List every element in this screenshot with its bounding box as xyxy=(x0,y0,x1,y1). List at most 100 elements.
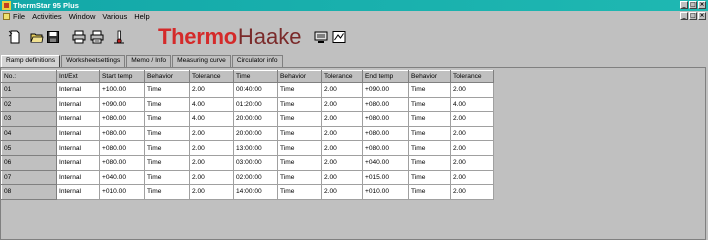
table-row[interactable]: 02 Internal +090.00 Time 4.00 01:20:00 Time 2.0… xyxy=(1,96,494,113)
print-preview-icon[interactable] xyxy=(90,30,104,44)
table-cell[interactable]: Time xyxy=(408,184,451,200)
table-cell[interactable]: Time xyxy=(144,154,190,171)
table-cell[interactable]: 2.00 xyxy=(321,169,363,186)
table-row[interactable]: 04 Internal +080.00 Time 2.00 20:00:00 Time 2.0… xyxy=(1,125,494,142)
table-cell[interactable]: Internal xyxy=(56,184,100,200)
table-cell[interactable]: 2.00 xyxy=(321,184,363,200)
table-cell[interactable]: 2.00 xyxy=(450,184,494,200)
row-number[interactable]: 05 xyxy=(1,140,57,156)
close-button[interactable]: × xyxy=(698,1,706,9)
table-cell[interactable]: Time xyxy=(144,125,190,142)
menu-window[interactable]: Window xyxy=(69,12,96,21)
table-cell[interactable]: Time xyxy=(408,125,451,142)
table-row[interactable]: 06 Internal +080.00 Time 2.00 03:00:00 Time 2.0… xyxy=(1,154,494,171)
table-cell[interactable]: Time xyxy=(144,82,190,98)
table-cell[interactable]: Time xyxy=(277,82,322,98)
row-number[interactable]: 08 xyxy=(1,184,57,200)
column-header[interactable]: Start temp xyxy=(99,70,145,83)
table-cell[interactable]: Time xyxy=(277,96,322,113)
row-number[interactable]: 03 xyxy=(1,111,57,127)
tab-measuring-curve[interactable]: Measuring curve xyxy=(172,55,231,67)
table-cell[interactable]: +010.00 xyxy=(362,184,409,200)
table-cell[interactable]: 2.00 xyxy=(450,82,494,98)
table-cell[interactable]: +010.00 xyxy=(99,184,145,200)
table-cell[interactable]: 2.00 xyxy=(189,125,234,142)
table-cell[interactable]: Time xyxy=(277,125,322,142)
column-header[interactable]: No.: xyxy=(1,70,57,83)
table-cell[interactable]: 2.00 xyxy=(321,125,363,142)
doc-restore-button[interactable]: □ xyxy=(689,12,697,20)
column-header[interactable]: Behavior xyxy=(408,70,451,83)
table-cell[interactable]: 20:00:00 xyxy=(233,125,278,142)
menu-activities[interactable]: Activities xyxy=(32,12,62,21)
table-cell[interactable]: 4.00 xyxy=(450,96,494,113)
table-cell[interactable]: 2.00 xyxy=(450,125,494,142)
table-cell[interactable]: 4.00 xyxy=(189,96,234,113)
table-cell[interactable]: Internal xyxy=(56,96,100,113)
table-cell[interactable]: 01:20:00 xyxy=(233,96,278,113)
table-cell[interactable]: +090.00 xyxy=(362,82,409,98)
print-icon[interactable] xyxy=(72,30,86,44)
table-cell[interactable]: +080.00 xyxy=(362,96,409,113)
table-cell[interactable]: Time xyxy=(144,169,190,186)
table-cell[interactable]: 03:00:00 xyxy=(233,154,278,171)
table-cell[interactable]: Time xyxy=(408,140,451,156)
doc-minimize-button[interactable]: _ xyxy=(680,12,688,20)
table-row[interactable]: 05 Internal +080.00 Time 2.00 13:00:00 Time 2.0… xyxy=(1,140,494,156)
table-cell[interactable]: Time xyxy=(144,96,190,113)
row-number[interactable]: 06 xyxy=(1,154,57,171)
row-number[interactable]: 01 xyxy=(1,82,57,98)
table-cell[interactable]: Time xyxy=(144,140,190,156)
thermometer-icon[interactable] xyxy=(112,30,126,44)
table-cell[interactable]: Internal xyxy=(56,169,100,186)
table-cell[interactable]: 2.00 xyxy=(450,111,494,127)
table-cell[interactable]: 2.00 xyxy=(189,154,234,171)
table-cell[interactable]: Time xyxy=(277,111,322,127)
doc-close-button[interactable]: × xyxy=(698,12,706,20)
table-cell[interactable]: 13:00:00 xyxy=(233,140,278,156)
table-cell[interactable]: Internal xyxy=(56,82,100,98)
table-cell[interactable]: 2.00 xyxy=(189,184,234,200)
table-cell[interactable]: Time xyxy=(408,154,451,171)
table-cell[interactable]: Time xyxy=(408,96,451,113)
minimize-button[interactable]: _ xyxy=(680,1,688,9)
table-cell[interactable]: +080.00 xyxy=(362,111,409,127)
table-cell[interactable]: Time xyxy=(408,169,451,186)
table-cell[interactable]: Time xyxy=(408,111,451,127)
menu-file[interactable]: File xyxy=(13,12,25,21)
table-cell[interactable]: 2.00 xyxy=(189,140,234,156)
column-header[interactable]: Int/Ext xyxy=(56,70,100,83)
table-cell[interactable]: 2.00 xyxy=(321,82,363,98)
table-cell[interactable]: Time xyxy=(277,169,322,186)
table-row[interactable]: 03 Internal +080.00 Time 4.00 20:00:00 Time 2.0… xyxy=(1,111,494,127)
column-header[interactable]: Tolerance xyxy=(321,70,363,83)
table-cell[interactable]: 2.00 xyxy=(321,96,363,113)
column-header[interactable]: Behavior xyxy=(144,70,190,83)
table-cell[interactable]: Internal xyxy=(56,125,100,142)
column-header[interactable]: Tolerance xyxy=(450,70,494,83)
table-cell[interactable]: Internal xyxy=(56,111,100,127)
table-cell[interactable]: 2.00 xyxy=(450,154,494,171)
table-cell[interactable]: +040.00 xyxy=(362,154,409,171)
tab-circulator-info[interactable]: Circulator info xyxy=(231,55,283,67)
table-cell[interactable]: +080.00 xyxy=(99,111,145,127)
table-cell[interactable]: 00:40:00 xyxy=(233,82,278,98)
table-cell[interactable]: +100.00 xyxy=(99,82,145,98)
menu-help[interactable]: Help xyxy=(134,12,149,21)
tab-ramp-definitions[interactable]: Ramp definitions xyxy=(1,55,61,67)
table-row[interactable]: 07 Internal +040.00 Time 2.00 02:00:00 Time 2.0… xyxy=(1,169,494,186)
table-cell[interactable]: 02:00:00 xyxy=(233,169,278,186)
table-cell[interactable]: 2.00 xyxy=(321,111,363,127)
tab-memo-info[interactable]: Memo / Info xyxy=(126,55,172,67)
column-header[interactable]: Behavior xyxy=(277,70,322,83)
row-number[interactable]: 04 xyxy=(1,125,57,142)
table-row[interactable]: 08 Internal +010.00 Time 2.00 14:00:00 Time 2.0… xyxy=(1,184,494,200)
monitor-icon[interactable] xyxy=(314,30,328,44)
table-cell[interactable]: Internal xyxy=(56,140,100,156)
table-cell[interactable]: Time xyxy=(144,111,190,127)
table-cell[interactable]: +080.00 xyxy=(362,125,409,142)
chart-icon[interactable] xyxy=(332,30,346,44)
new-icon[interactable] xyxy=(8,30,22,44)
table-cell[interactable]: 14:00:00 xyxy=(233,184,278,200)
table-cell[interactable]: 4.00 xyxy=(189,111,234,127)
